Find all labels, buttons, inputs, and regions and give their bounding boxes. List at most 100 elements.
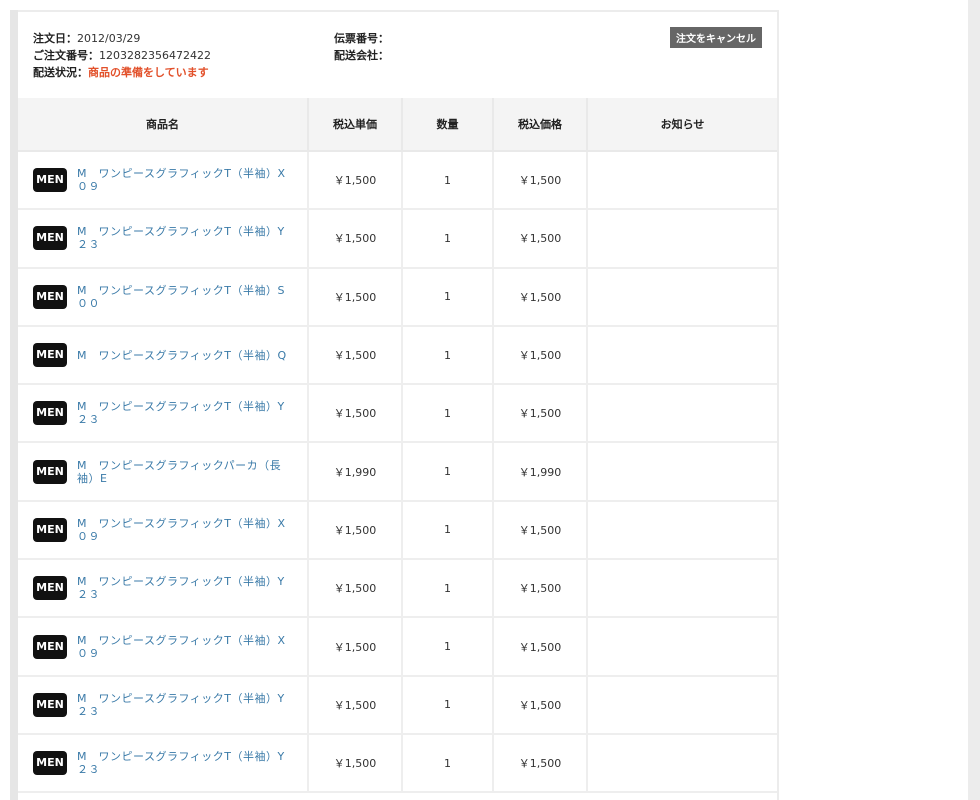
- product-link[interactable]: M ワンピースグラフィックT（半袖）S００: [77, 284, 292, 310]
- table-row: MEN M ワンピースグラフィックT（半袖）S００ ￥1,500 1 ￥1,500: [18, 266, 777, 327]
- notice: [586, 324, 777, 386]
- unit-price: ￥1,500: [307, 499, 403, 561]
- total-price: ￥1,500: [492, 499, 588, 561]
- total-price: ￥1,990: [492, 441, 588, 502]
- unit-price: ￥1,500: [307, 732, 403, 794]
- order-info: 注文日：2012/03/29 ご注文番号：1203282356472422 配送…: [18, 12, 777, 98]
- product-cell: MEN M ワンピースグラフィックT（半袖）S００: [18, 266, 309, 327]
- notice: [586, 266, 777, 327]
- category-badge: MEN: [33, 692, 67, 717]
- product-link[interactable]: M ワンピースグラフィックT（半袖）Y２３: [77, 225, 292, 251]
- left-border: [10, 10, 18, 800]
- header-product-name: 商品名: [18, 98, 309, 152]
- order-date: 注文日：2012/03/29: [33, 32, 141, 45]
- table-row: MEN M ワンピースグラフィックパーカ（長袖）E ￥1,990 1 ￥1,990: [18, 441, 777, 502]
- table-row: MEN M ワンピースグラフィックT（半袖）Y２３ ￥1,500 1 ￥1,500: [18, 674, 777, 735]
- category-badge: MEN: [33, 459, 67, 484]
- notice: [586, 441, 777, 502]
- table-row: MEN M ワンピースグラフィックT（半袖）Y２３ ￥1,500 1 ￥1,500: [18, 208, 777, 269]
- category-badge: MEN: [33, 517, 67, 542]
- table-row: MEN M ワンピースグラフィックT（半袖）Y２３ ￥1,500 1 ￥1,500: [18, 558, 777, 619]
- header-notice: お知らせ: [586, 98, 777, 152]
- table-row: MEN M ワンピースグラフィックT（半袖）X０９ ￥1,500 1 ￥1,500: [18, 499, 777, 561]
- product-cell: MEN M ワンピースグラフィックT（半袖）Y２３: [18, 208, 309, 269]
- category-badge: MEN: [33, 401, 67, 426]
- product-link[interactable]: M ワンピースグラフィックT（半袖）Y２３: [77, 692, 292, 718]
- notice: [586, 208, 777, 269]
- table-row: MEN M ワンピースグラフィックT（半袖）X０９ ￥1,500 1 ￥1,500: [18, 149, 777, 211]
- product-link[interactable]: M ワンピースグラフィックパーカ（長袖）E: [77, 459, 292, 485]
- notice: [586, 149, 777, 211]
- slip-number-label: 伝票番号：: [334, 32, 389, 45]
- quantity: 1: [401, 441, 494, 502]
- quantity: 1: [401, 266, 494, 327]
- total-price: ￥1,500: [492, 674, 588, 735]
- product-cell: MEN M ワンピースグラフィックT（半袖）Y２３: [18, 732, 309, 794]
- product-link[interactable]: M ワンピースグラフィックT（半袖）X０９: [77, 634, 292, 660]
- product-link[interactable]: M ワンピースグラフィックT（半袖）X０９: [77, 167, 292, 193]
- order-number: ご注文番号：1203282356472422: [33, 49, 211, 62]
- order-panel: 注文日：2012/03/29 ご注文番号：1203282356472422 配送…: [18, 10, 779, 800]
- category-badge: MEN: [33, 343, 67, 368]
- quantity: 1: [401, 208, 494, 269]
- header-total-price: 税込価格: [492, 98, 588, 152]
- quantity: 1: [401, 674, 494, 735]
- notice: [586, 732, 777, 794]
- category-badge: MEN: [33, 226, 67, 251]
- quantity: 1: [401, 499, 494, 561]
- quantity: 1: [401, 616, 494, 677]
- product-cell: MEN M ワンピースグラフィックT（半袖）Y２３: [18, 674, 309, 735]
- table-row: MEN M ワンピースグラフィックT（半袖）X０９ ￥1,500 1 ￥1,500: [18, 616, 777, 677]
- product-link[interactable]: M ワンピースグラフィックT（半袖）Y２３: [77, 400, 292, 426]
- product-link[interactable]: M ワンピースグラフィックT（半袖）Y２３: [77, 750, 292, 776]
- notice: [586, 499, 777, 561]
- unit-price: ￥1,990: [307, 441, 403, 502]
- order-items-table: 商品名 税込単価 数量 税込価格 お知らせ MEN M ワンピースグラフィックT（…: [18, 98, 777, 794]
- shipping-status: 配送状況：商品の準備をしています: [33, 66, 209, 79]
- category-badge: MEN: [33, 751, 67, 776]
- product-cell: MEN M ワンピースグラフィックパーカ（長袖）E: [18, 441, 309, 502]
- unit-price: ￥1,500: [307, 674, 403, 735]
- product-cell: MEN M ワンピースグラフィックT（半袖）Y２３: [18, 383, 309, 444]
- table-row: MEN M ワンピースグラフィックT（半袖）Q ￥1,500 1 ￥1,500: [18, 324, 777, 386]
- category-badge: MEN: [33, 576, 67, 601]
- product-cell: MEN M ワンピースグラフィックT（半袖）X０９: [18, 616, 309, 677]
- quantity: 1: [401, 732, 494, 794]
- unit-price: ￥1,500: [307, 558, 403, 619]
- table-row: MEN M ワンピースグラフィックT（半袖）Y２３ ￥1,500 1 ￥1,500: [18, 732, 777, 794]
- table-header: 商品名 税込単価 数量 税込価格 お知らせ: [18, 98, 777, 152]
- notice: [586, 558, 777, 619]
- notice: [586, 674, 777, 735]
- total-price: ￥1,500: [492, 616, 588, 677]
- total-price: ￥1,500: [492, 383, 588, 444]
- cancel-order-button[interactable]: 注文をキャンセル: [670, 27, 762, 48]
- unit-price: ￥1,500: [307, 324, 403, 386]
- total-price: ￥1,500: [492, 266, 588, 327]
- notice: [586, 383, 777, 444]
- total-price: ￥1,500: [492, 208, 588, 269]
- total-price: ￥1,500: [492, 558, 588, 619]
- unit-price: ￥1,500: [307, 208, 403, 269]
- product-cell: MEN M ワンピースグラフィックT（半袖）X０９: [18, 149, 309, 211]
- product-link[interactable]: M ワンピースグラフィックT（半袖）Q: [77, 349, 292, 362]
- product-link[interactable]: M ワンピースグラフィックT（半袖）Y２３: [77, 575, 292, 601]
- product-cell: MEN M ワンピースグラフィックT（半袖）Y２３: [18, 558, 309, 619]
- carrier-label: 配送会社：: [334, 49, 389, 62]
- scrollbar-track[interactable]: [968, 0, 980, 800]
- unit-price: ￥1,500: [307, 149, 403, 211]
- header-unit-price: 税込単価: [307, 98, 403, 152]
- category-badge: MEN: [33, 284, 67, 309]
- unit-price: ￥1,500: [307, 383, 403, 444]
- product-link[interactable]: M ワンピースグラフィックT（半袖）X０９: [77, 517, 292, 543]
- quantity: 1: [401, 558, 494, 619]
- unit-price: ￥1,500: [307, 266, 403, 327]
- category-badge: MEN: [33, 634, 67, 659]
- total-price: ￥1,500: [492, 149, 588, 211]
- product-cell: MEN M ワンピースグラフィックT（半袖）Q: [18, 324, 309, 386]
- total-price: ￥1,500: [492, 732, 588, 794]
- quantity: 1: [401, 149, 494, 211]
- total-price: ￥1,500: [492, 324, 588, 386]
- notice: [586, 616, 777, 677]
- quantity: 1: [401, 324, 494, 386]
- unit-price: ￥1,500: [307, 616, 403, 677]
